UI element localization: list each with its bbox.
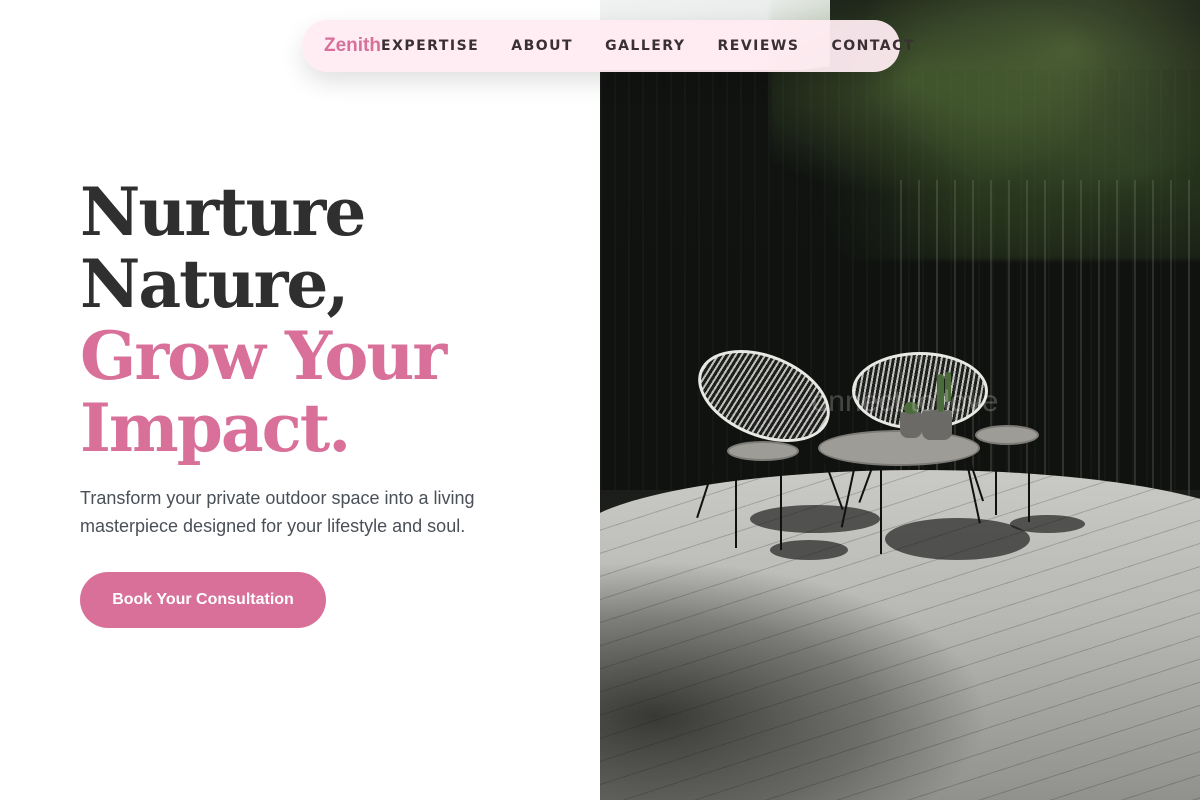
nav-link-about[interactable]: ABOUT [511, 38, 573, 54]
photo-watermark-text: onnect to love [811, 385, 999, 418]
hero-heading-accent-line: Grow Your [80, 317, 447, 395]
hero-heading-accent-line: Impact. [80, 389, 351, 467]
photo-table-shadow [885, 518, 1030, 560]
top-nav: Zenith EXPERTISE ABOUT GALLERY REVIEWS C… [302, 20, 913, 72]
nav-link-gallery[interactable]: GALLERY [605, 38, 685, 54]
photo-stool-leg [780, 458, 782, 550]
photo-coffee-table [818, 430, 980, 466]
hero-heading-line: Nurture [80, 173, 366, 251]
nav-links: EXPERTISE ABOUT GALLERY REVIEWS CONTACT [381, 38, 915, 54]
nav-link-expertise[interactable]: EXPERTISE [381, 38, 479, 54]
photo-chair-shadow [750, 505, 880, 533]
photo-stool-top [975, 425, 1039, 445]
nav-link-contact[interactable]: CONTACT [831, 38, 915, 54]
hero-heading-line: Nature, [80, 245, 349, 323]
photo-stool-leg [735, 458, 737, 548]
photo-stool-leg [1028, 440, 1030, 522]
book-consultation-button[interactable]: Book Your Consultation [80, 572, 326, 628]
brand-logo[interactable]: Zenith [324, 35, 381, 57]
hero-heading: Nurture Nature, Grow Your Impact. [80, 176, 560, 464]
photo-stool-leg [995, 440, 997, 515]
nav-link-reviews[interactable]: REVIEWS [717, 38, 799, 54]
photo-stool-top [727, 441, 799, 461]
photo-table-leg [880, 460, 882, 554]
photo-foliage-shadow [600, 560, 990, 800]
photo-stool-shadow [1010, 515, 1085, 533]
hero-photo: onnect to love [600, 0, 1200, 800]
hero-subtitle: Transform your private outdoor space int… [80, 488, 475, 536]
